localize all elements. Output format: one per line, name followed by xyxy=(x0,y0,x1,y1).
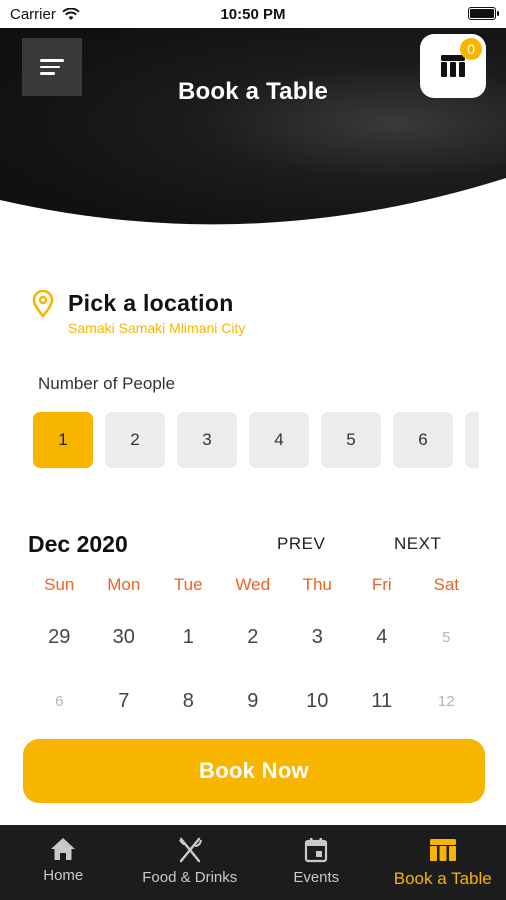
calendar-day[interactable]: 11 xyxy=(350,669,415,733)
tab-label: Home xyxy=(43,867,84,884)
cart-button[interactable]: 0 xyxy=(420,34,486,98)
calendar-day[interactable]: 29 xyxy=(27,605,92,669)
battery-icon xyxy=(468,7,499,20)
calendar-next-button[interactable]: NEXT xyxy=(394,534,441,554)
status-bar: Carrier 10:50 PM xyxy=(0,0,506,28)
fork-knife-icon xyxy=(178,837,202,863)
tab-food-drinks[interactable]: Food & Drinks xyxy=(127,825,254,900)
weekday-label: Mon xyxy=(107,575,141,594)
weekday-label: Tue xyxy=(173,575,203,594)
weekday-label: Sat xyxy=(433,575,460,594)
people-option-3[interactable]: 3 xyxy=(177,412,237,468)
calendar-day[interactable]: 5 xyxy=(414,605,479,669)
table-icon xyxy=(429,839,456,861)
tab-label: Events xyxy=(293,869,340,886)
tab-bar: Home Food & Drinks Events Book a Table xyxy=(0,825,506,900)
weekday-label: Wed xyxy=(235,575,271,594)
calendar-day[interactable]: 3 xyxy=(285,605,350,669)
people-option-more[interactable] xyxy=(465,412,479,468)
carrier-label: Carrier xyxy=(10,5,56,23)
calendar-day[interactable]: 6 xyxy=(27,669,92,733)
people-selector[interactable]: 1 2 3 4 5 6 xyxy=(33,412,479,468)
people-option-6[interactable]: 6 xyxy=(393,412,453,468)
people-option-1[interactable]: 1 xyxy=(33,412,93,468)
status-left: Carrier xyxy=(10,6,80,23)
header-banner: Book a Table 0 xyxy=(0,28,506,240)
calendar-day[interactable]: 1 xyxy=(156,605,221,669)
tab-label: Book a Table xyxy=(393,869,492,888)
cart-count-badge: 0 xyxy=(460,38,482,60)
people-option-2[interactable]: 2 xyxy=(105,412,165,468)
calendar-grid: Sun Mon Tue Wed Thu Fri Sat 29 30 1 2 3 … xyxy=(27,575,479,733)
people-option-4[interactable]: 4 xyxy=(249,412,309,468)
calendar-month: Dec 2020 xyxy=(28,531,128,557)
calendar-prev-button[interactable]: PREV xyxy=(277,534,325,554)
calendar-day[interactable]: 10 xyxy=(285,669,350,733)
weekday-label: Thu xyxy=(302,575,332,594)
table-icon xyxy=(441,55,465,77)
home-icon xyxy=(51,838,76,860)
wifi-icon xyxy=(62,7,80,20)
calendar-day[interactable]: 30 xyxy=(92,605,157,669)
calendar-day[interactable]: 7 xyxy=(92,669,157,733)
book-now-button[interactable]: Book Now xyxy=(23,739,485,803)
tab-book-a-table[interactable]: Book a Table xyxy=(380,825,506,900)
weekday-label: Sun xyxy=(44,575,75,594)
calendar-day[interactable]: 4 xyxy=(350,605,415,669)
location-pin-icon xyxy=(32,290,54,318)
location-picker[interactable]: Pick a location Samaki Samaki Mlimani Ci… xyxy=(32,290,245,336)
calendar-day[interactable]: 2 xyxy=(221,605,286,669)
calendar-day[interactable]: 9 xyxy=(221,669,286,733)
tab-label: Food & Drinks xyxy=(142,869,238,886)
weekday-label: Fri xyxy=(371,575,392,594)
calendar-day[interactable]: 12 xyxy=(414,669,479,733)
tab-events[interactable]: Events xyxy=(253,825,380,900)
location-subtitle: Samaki Samaki Mlimani City xyxy=(68,320,246,336)
tab-home[interactable]: Home xyxy=(0,825,127,900)
calendar-icon xyxy=(305,838,328,863)
people-label: Number of People xyxy=(38,374,176,393)
location-text: Pick a location Samaki Samaki Mlimani Ci… xyxy=(68,290,245,336)
location-title: Pick a location xyxy=(68,290,234,316)
calendar-day[interactable]: 8 xyxy=(156,669,221,733)
people-option-5[interactable]: 5 xyxy=(321,412,381,468)
